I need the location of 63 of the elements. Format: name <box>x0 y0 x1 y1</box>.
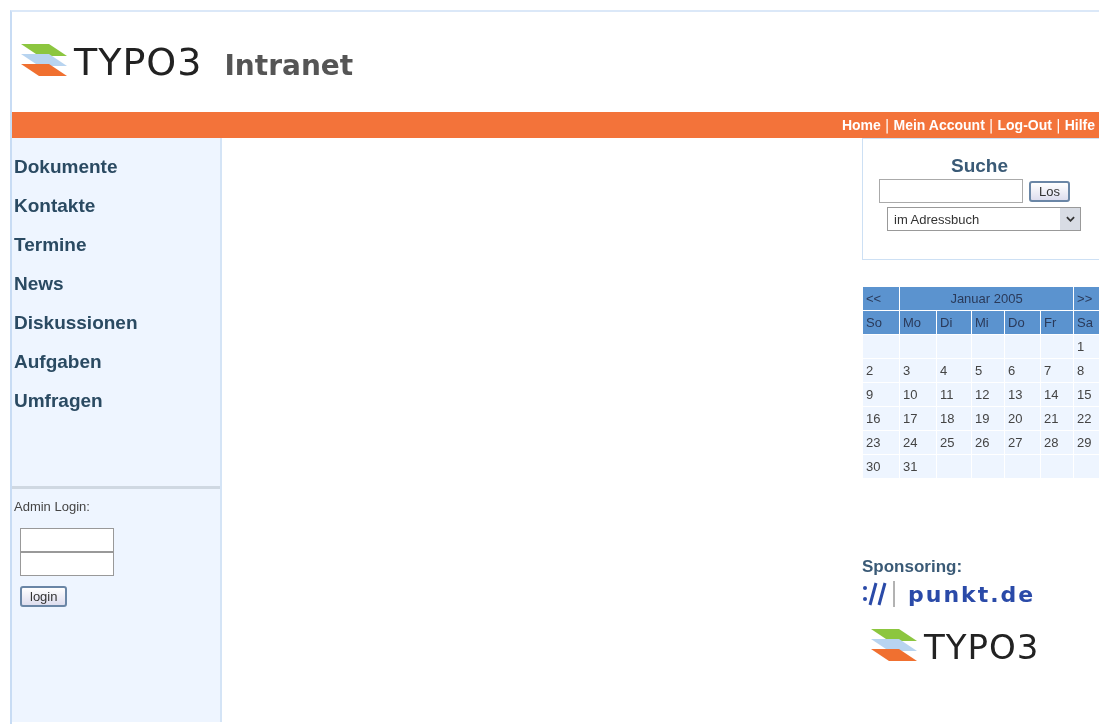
sidebar-item[interactable]: Termine <box>14 234 218 256</box>
calendar-day: 5 <box>975 363 983 378</box>
weekday-label: Mi <box>975 315 989 330</box>
login-button[interactable]: login <box>20 586 68 607</box>
link-separator: | <box>1055 117 1061 133</box>
weekday-label: Fr <box>1044 315 1057 330</box>
calendar-day: 24 <box>903 435 918 450</box>
calendar-day: 2 <box>866 363 874 378</box>
calendar-day: 18 <box>940 411 955 426</box>
weekday-label: Do <box>1008 315 1025 330</box>
calendar-day: 7 <box>1044 363 1052 378</box>
calendar-day: 13 <box>1008 387 1023 402</box>
calendar-day: 17 <box>903 411 918 426</box>
calendar-day: 28 <box>1044 435 1059 450</box>
calendar-day: 27 <box>1008 435 1023 450</box>
calendar-day: 21 <box>1044 411 1059 426</box>
password-field[interactable] <box>20 552 114 576</box>
calendar-day: 6 <box>1008 363 1016 378</box>
calendar-day: 1 <box>1077 339 1085 354</box>
calendar-day: 8 <box>1077 363 1085 378</box>
scope-dropdown[interactable]: im Adressbuch <box>887 207 1081 231</box>
sidebar-item[interactable]: Diskussionen <box>14 312 218 334</box>
site-title: Intranet <box>224 48 354 82</box>
weekday-label: Di <box>940 315 953 330</box>
login-label: Admin Login: <box>14 499 90 514</box>
username-field[interactable] <box>20 528 114 552</box>
calendar-day: 25 <box>940 435 955 450</box>
sidebar-item[interactable]: Dokumente <box>14 156 218 178</box>
calendar-day: 4 <box>940 363 948 378</box>
calendar-day: 10 <box>903 387 918 402</box>
typo3-logo: TYPO3 <box>870 627 1040 667</box>
calendar-day: 30 <box>866 459 881 474</box>
sidebar-item[interactable]: Aufgaben <box>14 351 218 373</box>
calendar-day: 29 <box>1077 435 1092 450</box>
punkt-logo: punkt.de <box>862 579 1036 609</box>
calendar-day: 14 <box>1044 387 1059 402</box>
weekday-label: Mo <box>903 315 922 330</box>
chevron-down-icon <box>1065 216 1075 222</box>
calendar-day: 22 <box>1077 411 1092 426</box>
calendar-day: 16 <box>866 411 881 426</box>
calendar-day: 19 <box>975 411 990 426</box>
search-field[interactable] <box>879 179 1023 203</box>
calendar-day: 23 <box>866 435 881 450</box>
link-separator: | <box>884 117 890 133</box>
calendar-day: 11 <box>940 387 954 402</box>
sidebar-item[interactable]: News <box>14 273 218 295</box>
calendar-day: 20 <box>1008 411 1023 426</box>
weekday-label: So <box>866 315 882 330</box>
search-title: Suche <box>951 155 1009 177</box>
calendar-day: 3 <box>903 363 911 378</box>
sidebar-item[interactable]: Umfragen <box>14 390 218 412</box>
calendar-day: 9 <box>866 387 874 402</box>
typo3-logo: TYPO3 <box>20 40 203 84</box>
sponsoring-label: Sponsoring: <box>862 557 963 577</box>
sidebar-item[interactable]: Kontakte <box>14 195 218 217</box>
search-button[interactable]: Los <box>1029 180 1070 202</box>
calendar-day: 12 <box>975 387 990 402</box>
calendar-day: 15 <box>1077 387 1092 402</box>
link-separator: | <box>988 117 994 133</box>
weekday-label: Sa <box>1077 315 1093 330</box>
month-title: Januar 2005 <box>950 291 1023 306</box>
calendar-day: 31 <box>903 459 918 474</box>
calendar-day: 26 <box>975 435 990 450</box>
